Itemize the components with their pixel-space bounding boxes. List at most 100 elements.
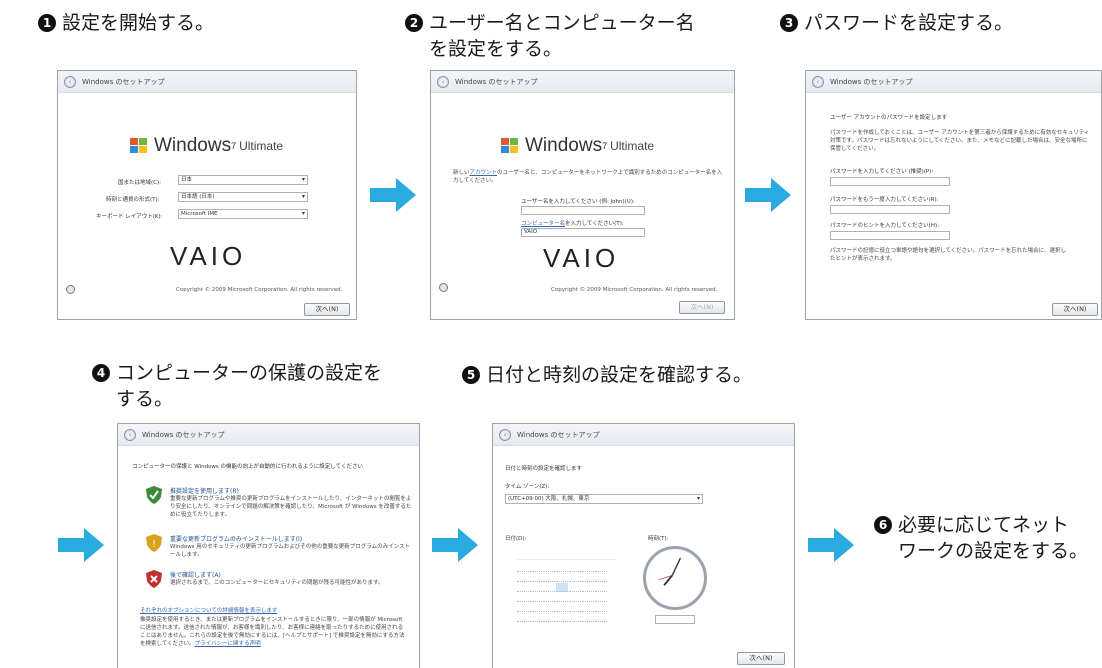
region-label: 国または地域(C): <box>118 180 161 186</box>
setup-screen-2: ‹ Windows のセットアップ Windows 7 Ultimate 新しいアカ… <box>430 70 735 320</box>
password-input[interactable] <box>830 177 950 186</box>
calendar-day-cell[interactable] <box>530 593 542 602</box>
password-confirm-input[interactable] <box>830 205 950 214</box>
back-arrow-icon[interactable]: ‹ <box>812 75 824 88</box>
step-number: 2 <box>405 14 423 32</box>
dialog-titlebar: ‹ Windows のセットアップ <box>493 424 794 446</box>
setup-screen-5: ‹ Windows のセットアップ 日付と時刻の設定を確認します タイム ゾーン… <box>492 423 795 668</box>
calendar-day-cell[interactable] <box>569 573 581 582</box>
calendar-day-cell[interactable] <box>517 563 529 572</box>
windows-flag-icon <box>501 138 521 154</box>
calendar-day-cell[interactable] <box>543 603 555 612</box>
calendar-day-cell[interactable] <box>517 583 529 592</box>
arrow-right-icon <box>432 528 478 562</box>
calendar-day-cell[interactable] <box>569 563 581 572</box>
calendar-day-cell[interactable] <box>543 593 555 602</box>
calendar-day-cell[interactable] <box>582 593 594 602</box>
dialog-titlebar: ‹ Windows のセットアップ <box>806 71 1101 93</box>
help-icon[interactable] <box>66 285 75 294</box>
calendar-day-cell[interactable] <box>582 583 594 592</box>
calendar-day-cell[interactable] <box>582 613 594 622</box>
time-input[interactable] <box>655 615 695 624</box>
timezone-select[interactable]: (UTC+09:00) 大阪、札幌、東京 <box>505 494 703 504</box>
calendar-day-cell[interactable] <box>517 593 529 602</box>
calendar-day-cell[interactable] <box>582 563 594 572</box>
step-number: 1 <box>38 14 56 32</box>
calendar-day-cell[interactable] <box>543 613 555 622</box>
calendar-day-cell[interactable] <box>543 563 555 572</box>
calendar-day-cell[interactable] <box>556 613 568 622</box>
calendar-day-cell[interactable] <box>517 603 529 612</box>
account-link[interactable]: アカウント <box>470 170 498 176</box>
arrow-right-icon <box>745 178 791 212</box>
calendar-day-cell[interactable] <box>595 603 607 612</box>
dialog-title: Windows のセットアップ <box>517 430 600 439</box>
arrow-right-icon <box>370 178 416 212</box>
calendar[interactable] <box>517 550 617 646</box>
step-6-heading: 6 必要に応じてネット ワークの設定をする。 <box>874 512 1088 564</box>
calendar-day-cell[interactable] <box>530 603 542 612</box>
step-5-heading: 5 日付と時刻の設定を確認する。 <box>462 362 752 388</box>
option-title: 後で確認します(A) <box>170 572 221 579</box>
calendar-day-cell[interactable] <box>569 613 581 622</box>
calendar-day-cell[interactable] <box>569 603 581 612</box>
region-select[interactable]: 日本 <box>178 175 308 185</box>
calendar-day-cell[interactable] <box>582 603 594 612</box>
back-arrow-icon[interactable]: ‹ <box>499 428 511 441</box>
calendar-day-cell[interactable] <box>582 573 594 582</box>
password-confirm-label: パスワードをもう一度入力してください(R): <box>830 197 939 203</box>
calendar-day-cell[interactable] <box>595 583 607 592</box>
calendar-day-cell[interactable] <box>595 573 607 582</box>
calendar-day-cell[interactable] <box>517 613 529 622</box>
next-button[interactable]: 次へ(N) <box>679 301 725 314</box>
next-button[interactable]: 次へ(N) <box>1052 303 1098 316</box>
vaio-logo: VAIO <box>543 243 620 273</box>
calendar-day-cell[interactable] <box>543 583 555 592</box>
computer-name-input[interactable]: VAIO <box>521 228 645 237</box>
next-button[interactable]: 次へ(N) <box>737 652 785 665</box>
calendar-day-cell[interactable] <box>595 563 607 572</box>
step-3-heading: 3 パスワードを設定する。 <box>780 10 1013 36</box>
format-select[interactable]: 日本語 (日本) <box>178 192 308 202</box>
calendar-day-cell[interactable] <box>556 603 568 612</box>
option-description: 選択されるまで、このコンピューターにセキュリティの問題が残る可能性があります。 <box>170 580 384 586</box>
calendar-day-cell[interactable] <box>569 593 581 602</box>
help-icon[interactable] <box>439 283 448 292</box>
password-hint-note: パスワードの記憶に役立つ単語や語句を選択してください。パスワードを忘れた場合に、… <box>830 248 1067 262</box>
back-arrow-icon[interactable]: ‹ <box>64 75 76 88</box>
calendar-day-cell[interactable] <box>556 583 568 592</box>
dialog-title: Windows のセットアップ <box>830 77 913 86</box>
keyboard-select[interactable]: Microsoft IME <box>178 209 308 219</box>
shield-check-icon <box>146 486 162 504</box>
calendar-day-cell[interactable] <box>595 593 607 602</box>
next-button[interactable]: 次へ(N) <box>304 303 350 316</box>
privacy-link[interactable]: プライバシーに関する声明 <box>195 641 261 647</box>
back-arrow-icon[interactable]: ‹ <box>437 75 449 88</box>
password-hint-input[interactable] <box>830 231 950 240</box>
copyright-text: Copyright © 2009 Microsoft Corporation. … <box>176 287 343 293</box>
calendar-day-cell[interactable] <box>543 573 555 582</box>
option-description: 重要な更新プログラムや推奨の更新プログラムをインストールしたり、インターネットの… <box>170 496 412 518</box>
calendar-day-cell[interactable] <box>530 613 542 622</box>
calendar-day-cell[interactable] <box>530 573 542 582</box>
step-text: する。 <box>116 388 174 410</box>
calendar-day-cell[interactable] <box>556 563 568 572</box>
dialog-title: Windows のセットアップ <box>142 430 225 439</box>
calendar-grid <box>517 563 607 622</box>
back-arrow-icon[interactable]: ‹ <box>124 428 136 441</box>
calendar-day-cell[interactable] <box>569 583 581 592</box>
more-info-link[interactable]: それぞれのオプションについての詳細情報を表示します <box>140 606 277 614</box>
calendar-day-cell[interactable] <box>530 563 542 572</box>
svg-text:!: ! <box>152 539 156 550</box>
windows7-logo: Windows 7 Ultimate <box>501 135 654 157</box>
arrow-right-icon <box>58 528 104 562</box>
calendar-day-cell[interactable] <box>530 583 542 592</box>
calendar-day-cell[interactable] <box>517 573 529 582</box>
calendar-month-header <box>517 550 617 560</box>
calendar-day-cell[interactable] <box>556 573 568 582</box>
calendar-day-cell[interactable] <box>595 613 607 622</box>
keyboard-label: キーボード レイアウト(K): <box>96 214 163 220</box>
username-input[interactable] <box>521 206 645 215</box>
step-number: 4 <box>92 364 110 382</box>
calendar-day-cell[interactable] <box>556 593 568 602</box>
